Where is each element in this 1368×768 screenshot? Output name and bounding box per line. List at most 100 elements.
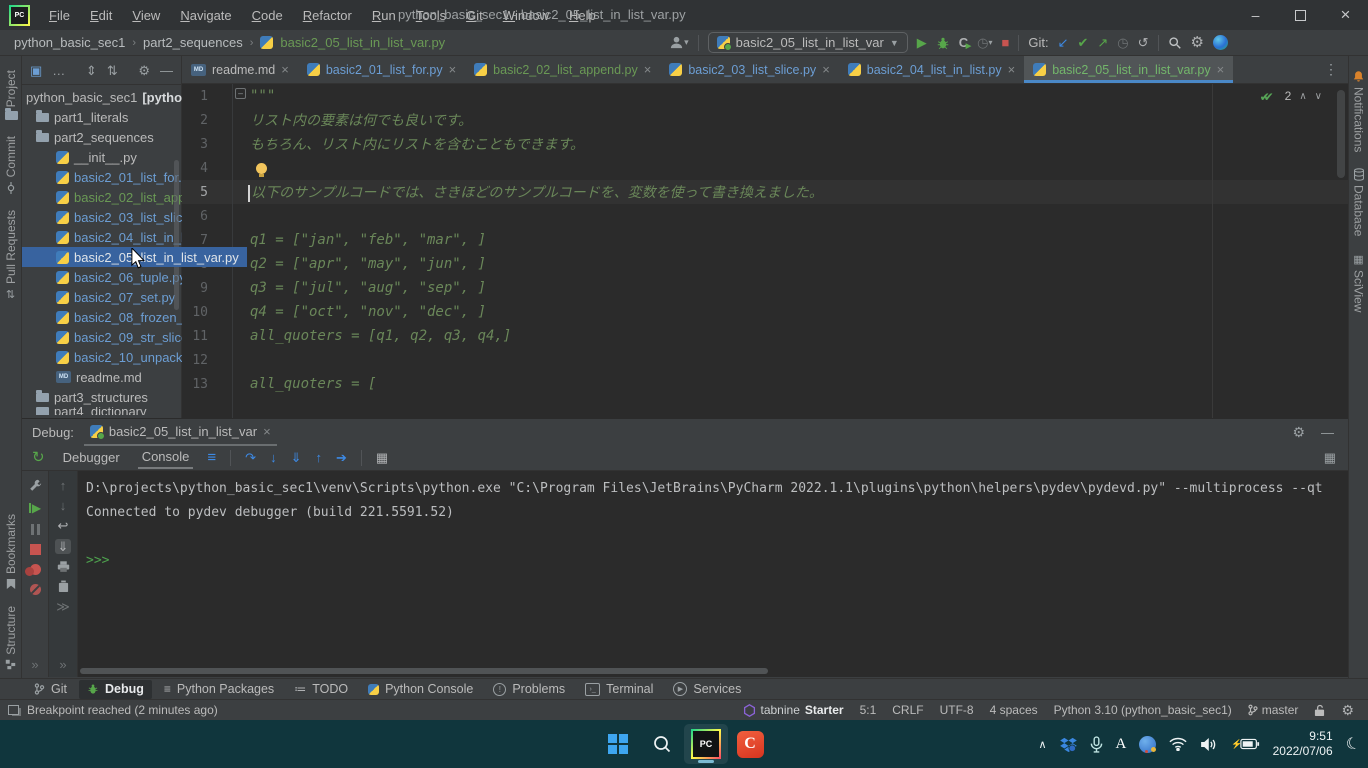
next-problem-icon[interactable]: ∨ [1315,91,1322,102]
prev-problem-icon[interactable]: ∧ [1299,91,1306,102]
run-button[interactable]: ▶ [917,36,927,49]
editor-scrollbar[interactable] [1337,90,1345,178]
status-settings-gear-icon[interactable]: ⚙ [1341,703,1354,717]
toolbtn-problems[interactable]: ! Problems [485,680,573,699]
console-horizontal-scrollbar[interactable] [80,668,768,674]
python-interpreter[interactable]: Python 3.10 (python_basic_sec1) [1054,703,1232,717]
stripe-bookmarks-button[interactable]: Bookmarks [4,514,18,590]
git-branch-widget[interactable]: master [1248,703,1299,717]
layout-options-icon[interactable]: ≡ [207,450,216,465]
tree-root[interactable]: python_basic_sec1 [python_b [22,87,185,107]
tree-folder-part1[interactable]: part1_literals [22,107,193,127]
wrench-settings-icon[interactable] [29,479,42,492]
toolbtn-git[interactable]: Git [26,680,75,699]
menu-view[interactable]: View [123,4,169,27]
run-configuration-select[interactable]: basic2_05_list_in_list_var ▼ [708,32,908,53]
tree-folder-part3[interactable]: part3_structures [22,387,193,407]
soft-wrap-icon[interactable]: ↩ [58,519,69,532]
fast-forward-icon[interactable]: ≫ [56,600,70,613]
history-icon[interactable]: ◷ [1117,36,1128,49]
status-message[interactable]: Breakpoint reached (2 minutes ago) [27,703,218,717]
more-options-icon[interactable]: … [52,64,65,77]
line-separator[interactable]: CRLF [892,703,923,717]
menu-edit[interactable]: Edit [81,4,121,27]
breadcrumb-file[interactable]: basic2_05_list_in_list_var.py [280,35,445,50]
toolbtn-services[interactable]: ▶ Services [665,680,749,699]
tab-basic2-03[interactable]: basic2_03_list_slice.py× [660,56,838,83]
collapse-all-icon[interactable]: ⇅ [107,64,118,77]
debug-console-output[interactable]: D:\projects\python_basic_sec1\venv\Scrip… [78,471,1348,677]
stop-process-icon[interactable] [30,544,41,555]
settings-gear-icon[interactable]: ⚙ [1191,35,1204,50]
stripe-structure-button[interactable]: Structure [4,606,18,670]
app-sphere-icon[interactable] [1139,736,1156,753]
mute-breakpoints-icon[interactable] [30,584,41,595]
force-step-into-icon[interactable]: ⇓ [291,451,302,464]
tree-file-basic2-05-selected[interactable]: basic2_05_list_in_list_var.py [22,247,247,267]
tray-chevron-up-icon[interactable]: ∧ [1038,738,1046,751]
taskbar-search-button[interactable] [640,724,684,764]
resume-program-icon[interactable]: ▶ [29,501,41,515]
ime-mode-indicator[interactable]: A [1116,736,1127,753]
print-icon[interactable] [57,561,70,573]
tree-folder-part2[interactable]: part2_sequences [22,127,193,147]
battery-icon[interactable]: ⚡ [1231,738,1259,750]
toolbtn-python-console[interactable]: Python Console [360,680,481,699]
stripe-pull-requests-button[interactable]: Pull Requests ⇅ [4,210,18,301]
tab-basic2-02[interactable]: basic2_02_list_append.py× [465,56,660,83]
menu-code[interactable]: Code [243,4,292,27]
git-push-icon[interactable]: ↗ [1097,36,1108,49]
tree-folder-part4[interactable]: part4_dictionary [22,407,193,415]
toolbtn-python-packages[interactable]: ≡ Python Packages [156,680,282,699]
file-encoding[interactable]: UTF-8 [940,703,974,717]
clear-all-trash-icon[interactable] [58,580,69,593]
stripe-database-button[interactable]: Database [1352,168,1366,236]
stripe-project-button[interactable]: Project [3,70,18,120]
tabnine-widget[interactable]: tabnine Starter [743,703,844,717]
hide-debug-panel-icon[interactable]: — [1321,425,1334,439]
toolbtn-debug[interactable]: Debug [79,680,152,699]
breadcrumb-project[interactable]: python_basic_sec1 [14,35,125,50]
caret-position[interactable]: 5:1 [860,703,877,717]
code-editor[interactable]: – 1""" 2リスト内の要素は何でも良いです。 3もちろん、リスト内にリストを… [182,84,1348,418]
git-update-icon[interactable]: ↙ [1058,36,1069,49]
select-opened-file-icon[interactable]: ▣ [30,64,42,77]
expand-all-icon[interactable]: ⇕ [86,64,97,77]
debug-settings-gear-icon[interactable]: ⚙ [1292,425,1305,439]
hide-panel-icon[interactable]: — [160,64,173,77]
lock-icon[interactable] [1314,704,1325,717]
taskbar-pycharm-button[interactable]: PC [684,724,728,764]
close-icon[interactable]: × [263,424,271,439]
close-icon[interactable]: × [822,62,830,77]
more-actions-icon[interactable]: » [31,658,38,677]
up-stack-icon[interactable]: ↑ [60,479,67,492]
stripe-notifications-button[interactable]: Notifications [1352,70,1366,152]
toolbtn-todo[interactable]: ≔ TODO [286,680,356,699]
run-with-coverage-icon[interactable]: C▶ [959,36,968,49]
close-icon[interactable]: × [449,62,457,77]
focus-assist-moon-icon[interactable]: ☾ [1343,732,1362,755]
down-stack-icon[interactable]: ↓ [60,499,67,512]
close-icon[interactable]: × [1008,62,1016,77]
start-button[interactable] [596,724,640,764]
project-settings-gear-icon[interactable]: ⚙ [138,64,150,77]
project-scrollbar[interactable] [174,160,179,310]
step-out-icon[interactable]: ↑ [315,451,322,464]
rerun-icon[interactable]: ↻ [32,450,45,465]
taskbar-clock[interactable]: 9:51 2022/07/06 [1273,729,1333,759]
view-breakpoints-icon[interactable] [30,564,41,575]
wifi-icon[interactable] [1169,737,1187,751]
scroll-to-end-icon[interactable]: ⇓ [55,539,72,554]
indent-style[interactable]: 4 spaces [990,703,1038,717]
tab-options-kebab-icon[interactable]: ⋮ [1314,56,1348,83]
status-windows-icon[interactable] [8,705,19,715]
tabnine-sphere-icon[interactable] [1213,35,1228,50]
minimize-button[interactable]: – [1233,0,1278,30]
tab-basic2-04[interactable]: basic2_04_list_in_list.py× [839,56,1024,83]
more-console-actions-icon[interactable]: » [59,658,66,677]
tab-debugger[interactable]: Debugger [59,447,124,468]
tab-basic2-01[interactable]: basic2_01_list_for.py× [298,56,465,83]
tab-readme[interactable]: readme.md× [182,56,298,83]
restore-layout-icon[interactable]: ▦ [1324,451,1336,464]
debug-session-tab[interactable]: basic2_05_list_in_list_var × [84,418,277,446]
